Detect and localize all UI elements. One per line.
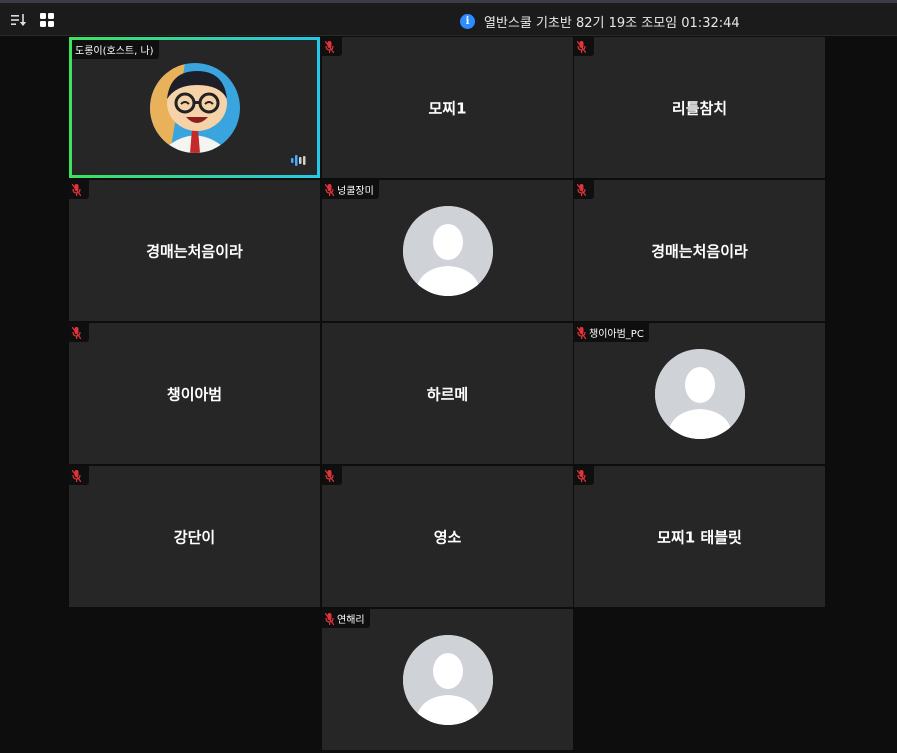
video-tile[interactable]: 연해리 (322, 609, 573, 750)
meeting-title-bar[interactable]: i 열반스쿨 기초반 82기 19조 조모임 01:32:44 (460, 12, 740, 31)
participant-name-tag (322, 37, 342, 56)
muted-mic-icon (325, 469, 334, 482)
participant-name-tag: 도롱이(호스트, 나) (72, 40, 159, 59)
participant-name: 연해리 (337, 615, 365, 626)
participant-name: 챙이아범_PC (589, 329, 644, 340)
video-tile[interactable]: 모찌1 (322, 37, 573, 178)
participant-name: 넝쿨장미 (337, 186, 374, 197)
participant-name-tag: 연해리 (322, 609, 370, 628)
muted-mic-icon (325, 612, 334, 625)
muted-mic-icon (72, 469, 81, 482)
participant-name-tag (574, 466, 594, 485)
muted-mic-icon (577, 469, 586, 482)
participant-name: 모찌1 (428, 99, 467, 117)
participant-name: 하르메 (426, 385, 469, 403)
participant-name: 경매는처음이라 (651, 242, 748, 260)
participant-name: 강단이 (173, 528, 216, 546)
audio-level-icon (291, 155, 306, 166)
default-avatar-icon (654, 348, 745, 439)
video-tile[interactable]: 모찌1 태블릿 (574, 466, 825, 607)
participant-name-tag: 챙이아범_PC (574, 323, 649, 342)
participant-name-tag: 넝쿨장미 (322, 180, 379, 199)
participant-name-tag (69, 180, 89, 199)
muted-mic-icon (72, 326, 81, 339)
video-tile[interactable]: 강단이 (69, 466, 320, 607)
video-tile[interactable]: 리틀참치 (574, 37, 825, 178)
participant-name: 모찌1 태블릿 (657, 528, 742, 546)
video-tile[interactable]: 하르메 (322, 323, 573, 464)
participant-name-tag (69, 323, 89, 342)
participant-name: 챙이아범 (166, 385, 223, 403)
participant-name: 도롱이(호스트, 나) (75, 46, 154, 57)
video-tile[interactable]: 챙이아범 (69, 323, 320, 464)
participant-name-tag (574, 37, 594, 56)
muted-mic-icon (325, 40, 334, 53)
muted-mic-icon (577, 326, 586, 339)
muted-mic-icon (577, 183, 586, 196)
host-profile-photo (149, 62, 240, 153)
info-icon[interactable]: i (460, 13, 475, 29)
participant-name: 영소 (433, 528, 462, 546)
video-tile[interactable]: 넝쿨장미 (322, 180, 573, 321)
video-tile-host[interactable]: 도롱이(호스트, 나) (69, 37, 320, 178)
muted-mic-icon (72, 183, 81, 196)
grid-view-icon[interactable] (38, 11, 56, 29)
sort-icon[interactable] (10, 11, 28, 29)
top-bar: i 열반스쿨 기초반 82기 19조 조모임 01:32:44 (0, 0, 897, 36)
participant-name: 경매는처음이라 (146, 242, 243, 260)
gallery-grid: 도롱이(호스트, 나) 모찌1 리틀참치 경매는처음이라 넝쿨장미 경매는처음이… (69, 37, 825, 753)
video-tile[interactable]: 챙이아범_PC (574, 323, 825, 464)
meeting-title: 열반스쿨 기초반 82기 19조 조모임 01:32:44 (484, 15, 740, 31)
video-tile[interactable]: 영소 (322, 466, 573, 607)
default-avatar-icon (402, 634, 493, 725)
participant-name: 리틀참치 (671, 99, 728, 117)
participant-name-tag (574, 180, 594, 199)
default-avatar-icon (402, 205, 493, 296)
participant-name-tag (322, 466, 342, 485)
video-tile[interactable]: 경매는처음이라 (574, 180, 825, 321)
muted-mic-icon (325, 183, 334, 196)
video-tile[interactable]: 경매는처음이라 (69, 180, 320, 321)
participant-name-tag (69, 466, 89, 485)
muted-mic-icon (577, 40, 586, 53)
